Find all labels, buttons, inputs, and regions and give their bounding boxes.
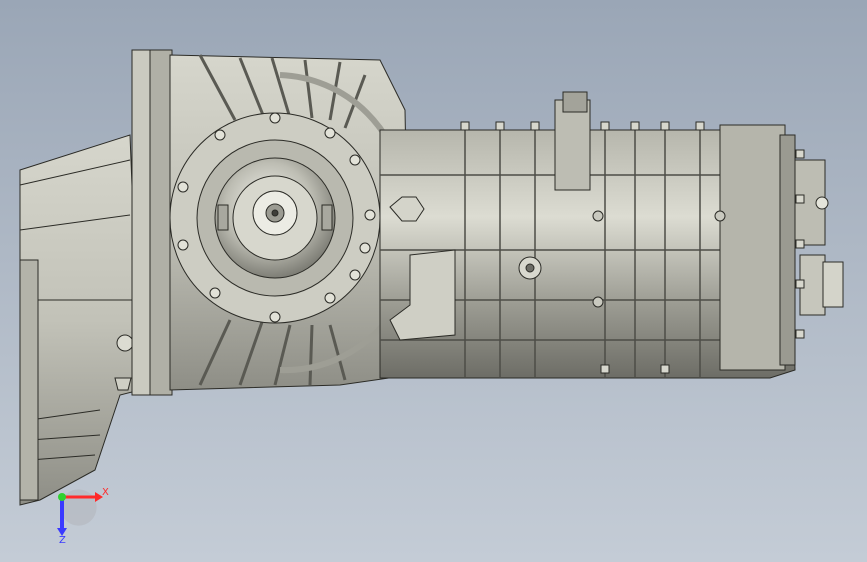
axis-triad	[57, 489, 103, 536]
output-shaft[interactable]	[794, 159, 844, 316]
x-axis-label: X	[102, 487, 109, 498]
transmission-tube[interactable]	[379, 91, 796, 379]
z-axis-label: Z	[59, 535, 66, 546]
gearbox-model[interactable]	[0, 0, 867, 562]
cad-viewport[interactable]: X Z	[0, 0, 867, 562]
main-flange[interactable]	[131, 49, 173, 396]
front-cover[interactable]	[169, 112, 381, 324]
y-axis-dot	[58, 493, 66, 501]
bell-housing[interactable]	[19, 134, 141, 506]
